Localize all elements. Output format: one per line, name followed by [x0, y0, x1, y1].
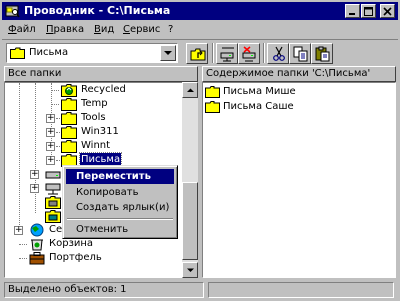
status-panel [208, 282, 394, 298]
maximize-button[interactable] [361, 4, 376, 18]
arrow-down-icon [187, 268, 194, 272]
folder-icon [45, 210, 61, 223]
expand-toggle[interactable]: + [46, 142, 55, 151]
arrow-up-icon [187, 88, 194, 92]
paste-icon [315, 46, 330, 62]
all-folders-header: Все папки [4, 66, 198, 82]
drive-icon [45, 171, 61, 179]
explorer-icon [5, 5, 20, 18]
menu-edit[interactable]: Правка [46, 23, 84, 36]
up-folder-icon [190, 48, 206, 61]
cut-icon [273, 46, 285, 61]
chevron-down-icon [164, 51, 172, 55]
menu-bar: Файл Правка Вид Сервис ? [2, 21, 398, 38]
expand-toggle[interactable]: + [46, 128, 55, 137]
tree-item-label: Recycled [81, 84, 126, 95]
recycle-bin-icon [31, 239, 43, 251]
tree-line [19, 83, 20, 233]
menu-help[interactable]: ? [168, 23, 173, 36]
tree-item-label: Win311 [81, 126, 119, 137]
minimize-button[interactable] [345, 4, 360, 18]
toolbar: Письма [2, 39, 398, 65]
close-button[interactable] [380, 4, 395, 18]
map-drive-icon [220, 47, 234, 62]
paste-button[interactable] [311, 43, 333, 64]
folder-icon [205, 101, 220, 113]
drag-context-menu: Переместить Копировать Создать ярлык(и) … [62, 165, 178, 239]
briefcase-icon [29, 252, 45, 265]
expand-toggle[interactable]: + [30, 170, 39, 179]
contents-header: Содержимое папки 'C:\Письма' [202, 66, 396, 82]
tree-line [51, 83, 52, 163]
menu-separator [67, 218, 173, 220]
expand-toggle[interactable]: + [46, 156, 55, 165]
toolbar-separator [263, 43, 265, 63]
scroll-up-button[interactable] [182, 82, 198, 98]
menu-file[interactable]: Файл [8, 23, 36, 36]
tree-item-label: Winnt [81, 140, 111, 151]
tree-scrollbar[interactable] [182, 82, 198, 278]
menu-tools[interactable]: Сервис [123, 23, 160, 36]
tree-line [56, 118, 60, 119]
window-title: Проводник - C:\Письма [24, 4, 171, 17]
explorer-window: Проводник - C:\Письма Файл Правка Вид Се… [0, 0, 400, 301]
network-neighborhood-icon [30, 223, 44, 237]
folder-contents: Письма Мише Письма Саше [202, 82, 396, 278]
expand-toggle[interactable]: + [30, 184, 39, 193]
address-dropdown-button[interactable] [160, 45, 176, 61]
title-bar[interactable]: Проводник - C:\Письма [2, 2, 398, 20]
tree-line [19, 258, 27, 259]
folder-icon [61, 126, 77, 139]
menu-item-copy[interactable]: Копировать [66, 185, 174, 200]
toolbar-separator [212, 43, 214, 63]
status-bar: Выделено объектов: 1 [2, 280, 398, 299]
tree-line [51, 90, 59, 91]
folder-icon [61, 140, 77, 153]
scroll-down-button[interactable] [182, 262, 198, 278]
copy-button[interactable] [289, 43, 311, 64]
folder-icon [61, 112, 77, 125]
folder-icon [61, 98, 77, 111]
scroll-thumb[interactable] [182, 182, 198, 260]
expand-toggle[interactable]: + [14, 226, 23, 235]
expand-toggle[interactable]: + [46, 114, 55, 123]
tree-item-label: Tools [81, 112, 106, 123]
folder-icon [10, 47, 25, 59]
status-text: Выделено объектов: 1 [4, 282, 204, 298]
close-icon [383, 7, 392, 16]
menu-item-move[interactable]: Переместить [66, 169, 174, 184]
address-value: Письма [29, 47, 69, 58]
tree-line [19, 244, 27, 245]
file-item[interactable]: Письма Саше [205, 100, 294, 114]
file-item[interactable]: Письма Мише [205, 85, 296, 99]
map-drive-button[interactable] [216, 43, 238, 64]
tree-item-label: Корзина [49, 238, 94, 249]
tree-line [35, 83, 36, 213]
address-combo[interactable]: Письма [6, 43, 178, 63]
tree-line [56, 160, 60, 161]
file-item-label: Письма Мише [223, 86, 296, 97]
tree-line [56, 146, 60, 147]
disconnect-drive-button[interactable] [238, 43, 260, 64]
tree-item-label: Temp [81, 98, 108, 109]
tree-line [51, 104, 59, 105]
file-item-label: Письма Саше [223, 101, 294, 112]
menu-view[interactable]: Вид [94, 23, 114, 36]
tree-item-label: Портфель [49, 252, 102, 263]
copy-icon [293, 46, 308, 62]
tree-line [56, 132, 60, 133]
disconnect-drive-icon [242, 46, 256, 62]
folder-icon [205, 86, 220, 98]
minimize-icon [349, 13, 355, 15]
up-folder-button[interactable] [186, 43, 208, 64]
recycle-folder-icon [61, 84, 77, 97]
cut-button[interactable] [267, 43, 289, 64]
printer-icon [45, 196, 61, 209]
network-icon [45, 183, 61, 195]
menu-item-create-shortcut[interactable]: Создать ярлык(и) [66, 200, 174, 215]
menu-item-cancel[interactable]: Отменить [66, 222, 174, 237]
maximize-icon [364, 7, 373, 16]
